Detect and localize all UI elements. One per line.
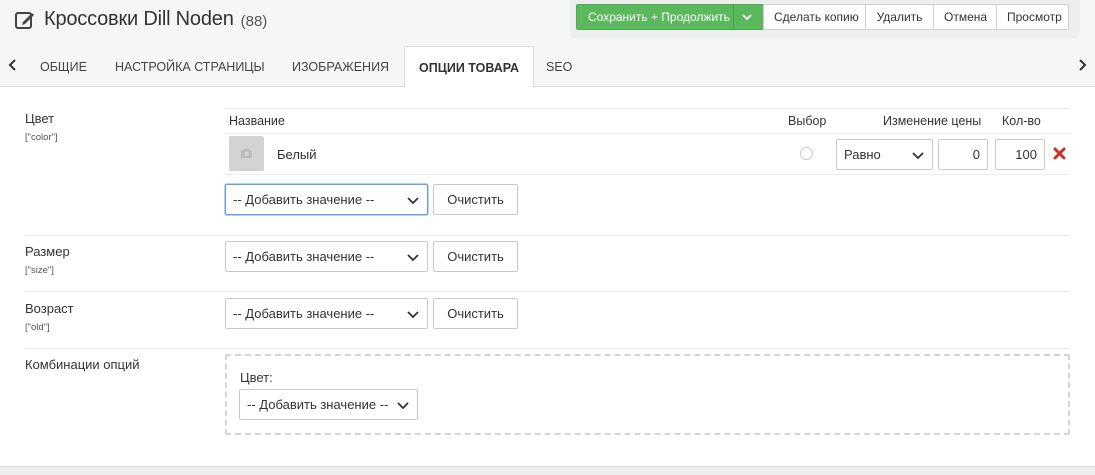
action-button-group: Сохранить + Продолжить Сделать копию Уда… [576,4,1069,30]
price-change-input[interactable]: 0 [938,139,988,170]
cancel-button[interactable]: Отмена [933,4,997,30]
save-continue-button[interactable]: Сохранить + Продолжить [576,4,734,30]
price-mode-value: Равно [844,147,881,162]
option-label-age: Возраст [25,301,74,316]
combinations-label: Комбинации опций [25,357,140,372]
combination-color-label: Цвет: [240,370,273,385]
tab-general[interactable]: Общие [40,46,87,87]
add-value-placeholder: -- Добавить значение -- [247,397,389,412]
quantity-input[interactable]: 100 [995,139,1045,170]
divider [225,174,1070,175]
tab-bar: Общие Настройка страницы Изображения Опц… [0,46,1095,88]
action-toolbar: Сохранить + Продолжить Сделать копию Уда… [570,0,1080,38]
option-code-size: ["size"] [25,265,54,276]
option-code-age: ["old"] [25,322,50,333]
chevron-down-icon [742,14,752,21]
size-clear-button[interactable]: Очистить [433,241,518,272]
delete-button[interactable]: Удалить [865,4,934,30]
save-options-dropdown-button[interactable] [733,4,764,30]
divider [225,133,1070,134]
value-name: Белый [277,147,317,162]
add-value-placeholder: -- Добавить значение -- [233,192,375,207]
age-clear-button[interactable]: Очистить [433,298,518,329]
tab-product-options[interactable]: Опции товара [404,46,535,88]
option-label-color: Цвет [25,111,55,126]
camera-icon [241,148,252,158]
tabs-scroll-right-icon[interactable] [1075,58,1089,74]
color-add-value-select[interactable]: -- Добавить значение -- [225,184,428,215]
make-copy-button[interactable]: Сделать копию [763,4,866,30]
footer-bar [0,466,1095,475]
page-title: Кроссовки Dill Noden [44,8,234,30]
combination-color-select[interactable]: -- Добавить значение -- [239,389,418,420]
add-value-placeholder: -- Добавить значение -- [233,306,375,321]
price-mode-select[interactable]: Равно [836,139,933,170]
divider [25,291,1070,292]
age-add-value-select[interactable]: -- Добавить значение -- [225,298,428,329]
chevron-down-icon [397,402,409,410]
size-add-value-select[interactable]: -- Добавить значение -- [225,241,428,272]
product-id-count: (88) [240,12,268,30]
value-default-radio[interactable] [800,147,813,160]
edit-icon [15,11,34,29]
column-header-name: Название [229,114,285,128]
color-clear-button[interactable]: Очистить [433,184,518,215]
divider [225,108,1070,109]
chevron-down-icon [912,152,924,160]
tab-seo[interactable]: SEO [546,46,572,87]
chevron-down-icon [407,197,419,205]
delete-value-icon[interactable] [1053,147,1066,160]
option-label-size: Размер [25,244,70,259]
column-header-price-change: Изменение цены [883,114,982,128]
preview-button[interactable]: Просмотр [996,4,1069,30]
tab-page-settings[interactable]: Настройка страницы [115,46,265,87]
value-image-placeholder[interactable] [229,136,264,171]
option-code-color: ["color"] [25,132,58,143]
tabs-scroll-left-icon[interactable] [6,58,20,74]
title-wrap: Кроссовки Dill Noden (88) [14,8,267,31]
divider [25,235,1070,236]
chevron-down-icon [407,311,419,319]
chevron-down-icon [407,254,419,262]
add-value-placeholder: -- Добавить значение -- [233,249,375,264]
divider [25,348,1070,349]
column-header-qty: Кол-во [1002,114,1041,128]
tab-images[interactable]: Изображения [292,46,389,87]
page-header: Кроссовки Dill Noden (88) Сохранить + Пр… [0,0,1095,46]
column-header-choice: Выбор [788,114,827,128]
